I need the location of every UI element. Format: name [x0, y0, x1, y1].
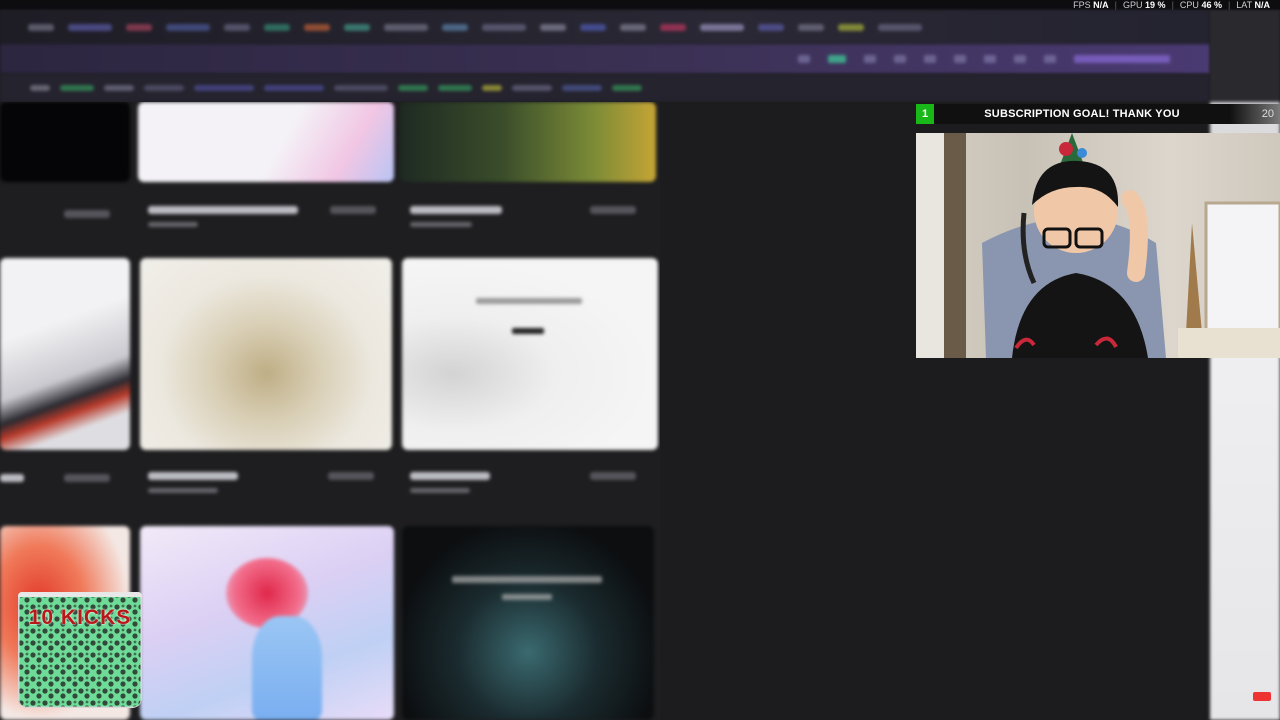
browser-address-bar[interactable] — [0, 44, 1210, 74]
browser-side-panel — [1210, 10, 1280, 102]
stream-stats-bar: FPS N/A | GPU 19 % | CPU 46 % | LAT N/A — [0, 0, 1280, 10]
webcam-feed — [916, 133, 1280, 358]
bookmark-item[interactable] — [334, 85, 388, 91]
browser-tab[interactable] — [28, 23, 54, 31]
browser-tab[interactable] — [166, 23, 210, 31]
bookmark-item[interactable] — [144, 85, 184, 91]
cpu-stat: CPU 46 % — [1179, 0, 1222, 10]
bookmark-item[interactable] — [562, 85, 602, 91]
bookmark-item[interactable] — [482, 85, 502, 91]
bookmark-item[interactable] — [512, 85, 552, 91]
bookmark-item[interactable] — [30, 85, 50, 91]
browser-tab[interactable] — [126, 23, 152, 31]
card-action-button[interactable] — [64, 210, 110, 218]
card-action-button[interactable] — [330, 206, 376, 214]
toolbar-icon[interactable] — [924, 55, 936, 63]
toolbar-icon[interactable] — [1014, 55, 1026, 63]
bookmark-item[interactable] — [60, 85, 94, 91]
webcam-image — [916, 133, 1280, 358]
gallery-card[interactable] — [0, 258, 130, 450]
bookmark-item[interactable] — [438, 85, 472, 91]
kicks-jar-widget: 10 KICKS — [18, 592, 142, 708]
browser-tab[interactable] — [442, 23, 468, 31]
toolbar-icon[interactable] — [954, 55, 966, 63]
goal-current-count: 1 — [916, 104, 934, 124]
browser-tab[interactable] — [384, 23, 428, 31]
extension-icon[interactable] — [828, 55, 846, 63]
gallery-card-meta — [148, 206, 376, 227]
gallery-card[interactable] — [138, 102, 394, 182]
gallery-card[interactable] — [402, 258, 658, 450]
lat-stat: LAT N/A — [1236, 0, 1270, 10]
browser-tab-active[interactable] — [700, 23, 744, 31]
gallery-card[interactable] — [402, 526, 654, 720]
browser-tab[interactable] — [540, 23, 566, 31]
browser-tab[interactable] — [344, 23, 370, 31]
gallery-card-meta — [148, 472, 374, 493]
gallery-card[interactable] — [0, 102, 130, 182]
profile-icon[interactable] — [1044, 55, 1056, 63]
toolbar-icon[interactable] — [894, 55, 906, 63]
gallery-card[interactable] — [140, 258, 392, 450]
bookmark-item[interactable] — [264, 85, 324, 91]
card-action-button[interactable] — [328, 472, 374, 480]
browser-tab[interactable] — [798, 23, 824, 31]
browser-tab[interactable] — [580, 23, 606, 31]
browser-tab[interactable] — [224, 23, 250, 31]
fps-stat: FPS N/A — [1073, 0, 1109, 10]
card-action-button[interactable] — [590, 206, 636, 214]
gpu-stat: GPU 19 % — [1123, 0, 1166, 10]
goal-label: SUBSCRIPTION GOAL! THANK YOU — [984, 108, 1180, 120]
browser-tab[interactable] — [758, 23, 784, 31]
card-action-button[interactable] — [590, 472, 636, 480]
browser-tab[interactable] — [878, 23, 922, 31]
card-action-button[interactable] — [64, 474, 110, 482]
bookmark-item[interactable] — [104, 85, 134, 91]
gallery-card-meta — [0, 474, 110, 482]
browser-tab[interactable] — [660, 23, 686, 31]
browser-tab-bar[interactable] — [0, 10, 1210, 44]
bookmark-item[interactable] — [612, 85, 642, 91]
goal-target-count: 20 — [1230, 104, 1280, 124]
gallery-card[interactable] — [140, 526, 394, 720]
browser-tab[interactable] — [838, 23, 864, 31]
youtube-icon — [1253, 692, 1271, 701]
toolbar-icon[interactable] — [798, 55, 810, 63]
bookmark-item[interactable] — [398, 85, 428, 91]
toolbar-icon[interactable] — [864, 55, 876, 63]
kicks-label: 10 KICKS — [28, 606, 132, 629]
toolbar-icon[interactable] — [984, 55, 996, 63]
gallery-card-meta — [410, 206, 636, 227]
browser-tab[interactable] — [304, 23, 330, 31]
gallery-card-meta — [410, 472, 636, 493]
toolbar-button[interactable] — [1074, 55, 1170, 63]
browser-tab[interactable] — [264, 23, 290, 31]
gallery-card[interactable] — [400, 102, 656, 182]
bookmark-item[interactable] — [194, 85, 254, 91]
browser-tab[interactable] — [68, 23, 112, 31]
subscription-goal-bar: 1 SUBSCRIPTION GOAL! THANK YOU 20 — [916, 104, 1280, 124]
browser-tab[interactable] — [482, 23, 526, 31]
browser-tab[interactable] — [620, 23, 646, 31]
bookmarks-bar — [0, 74, 1210, 102]
